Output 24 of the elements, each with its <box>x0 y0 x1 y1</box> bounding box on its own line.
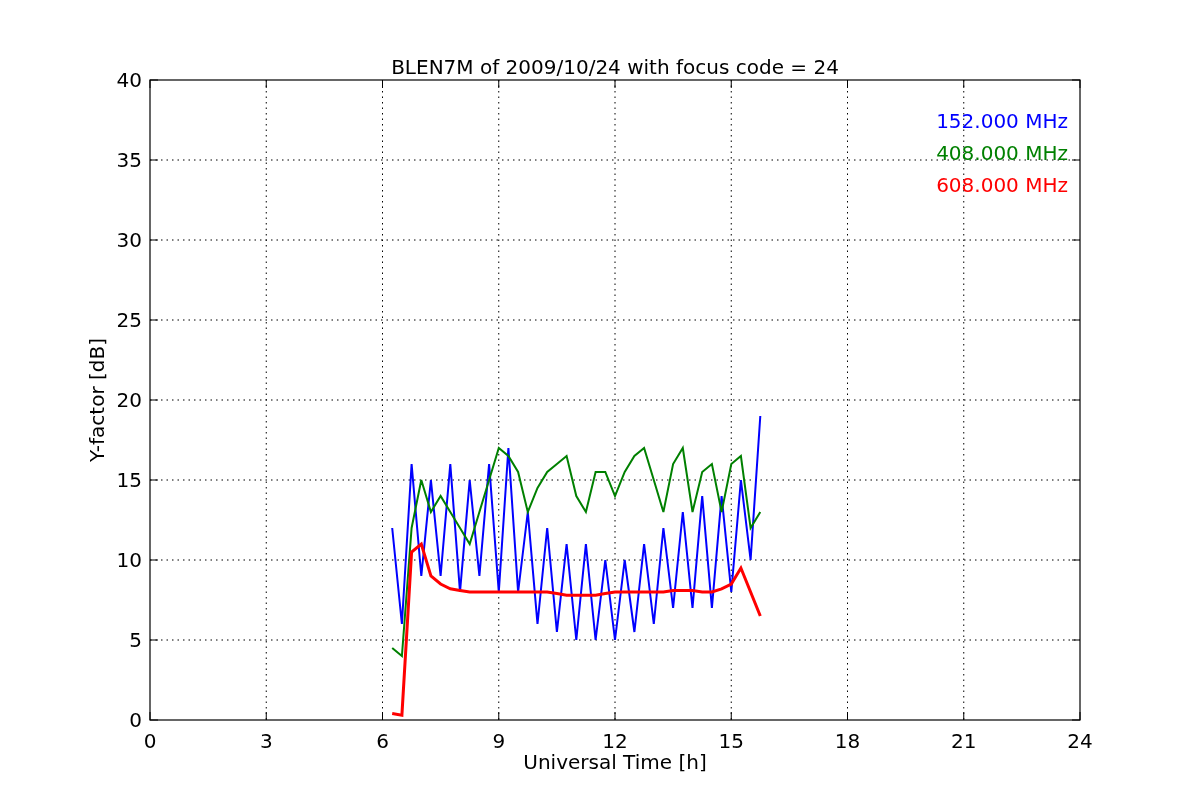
y-tick-label: 0 <box>129 708 142 732</box>
x-tick-label: 15 <box>718 729 744 753</box>
y-tick-label: 20 <box>116 388 142 412</box>
y-tick-label: 15 <box>116 468 142 492</box>
legend-label: 152.000 MHz <box>936 109 1068 133</box>
y-tick-label: 25 <box>116 308 142 332</box>
x-tick-label: 3 <box>259 729 273 753</box>
y-tick-label: 5 <box>129 628 142 652</box>
x-tick-label: 0 <box>143 729 157 753</box>
x-tick-label: 21 <box>951 729 977 753</box>
chart-title: BLEN7M of 2009/10/24 with focus code = 24 <box>391 55 839 79</box>
y-tick-label: 40 <box>116 68 142 92</box>
x-tick-label: 9 <box>492 729 506 753</box>
y-tick-label: 35 <box>116 148 142 172</box>
x-axis-label: Universal Time [h] <box>523 750 707 774</box>
legend-label: 408.000 MHz <box>936 141 1068 165</box>
legend-label: 608.000 MHz <box>936 173 1068 197</box>
x-tick-label: 6 <box>376 729 389 753</box>
x-tick-label: 24 <box>1067 729 1093 753</box>
y-tick-label: 30 <box>116 228 142 252</box>
y-tick-label: 10 <box>116 548 142 572</box>
x-tick-label: 18 <box>834 729 861 753</box>
x-tick-label: 12 <box>602 729 628 753</box>
y-axis-label: Y-factor [dB] <box>85 338 109 462</box>
